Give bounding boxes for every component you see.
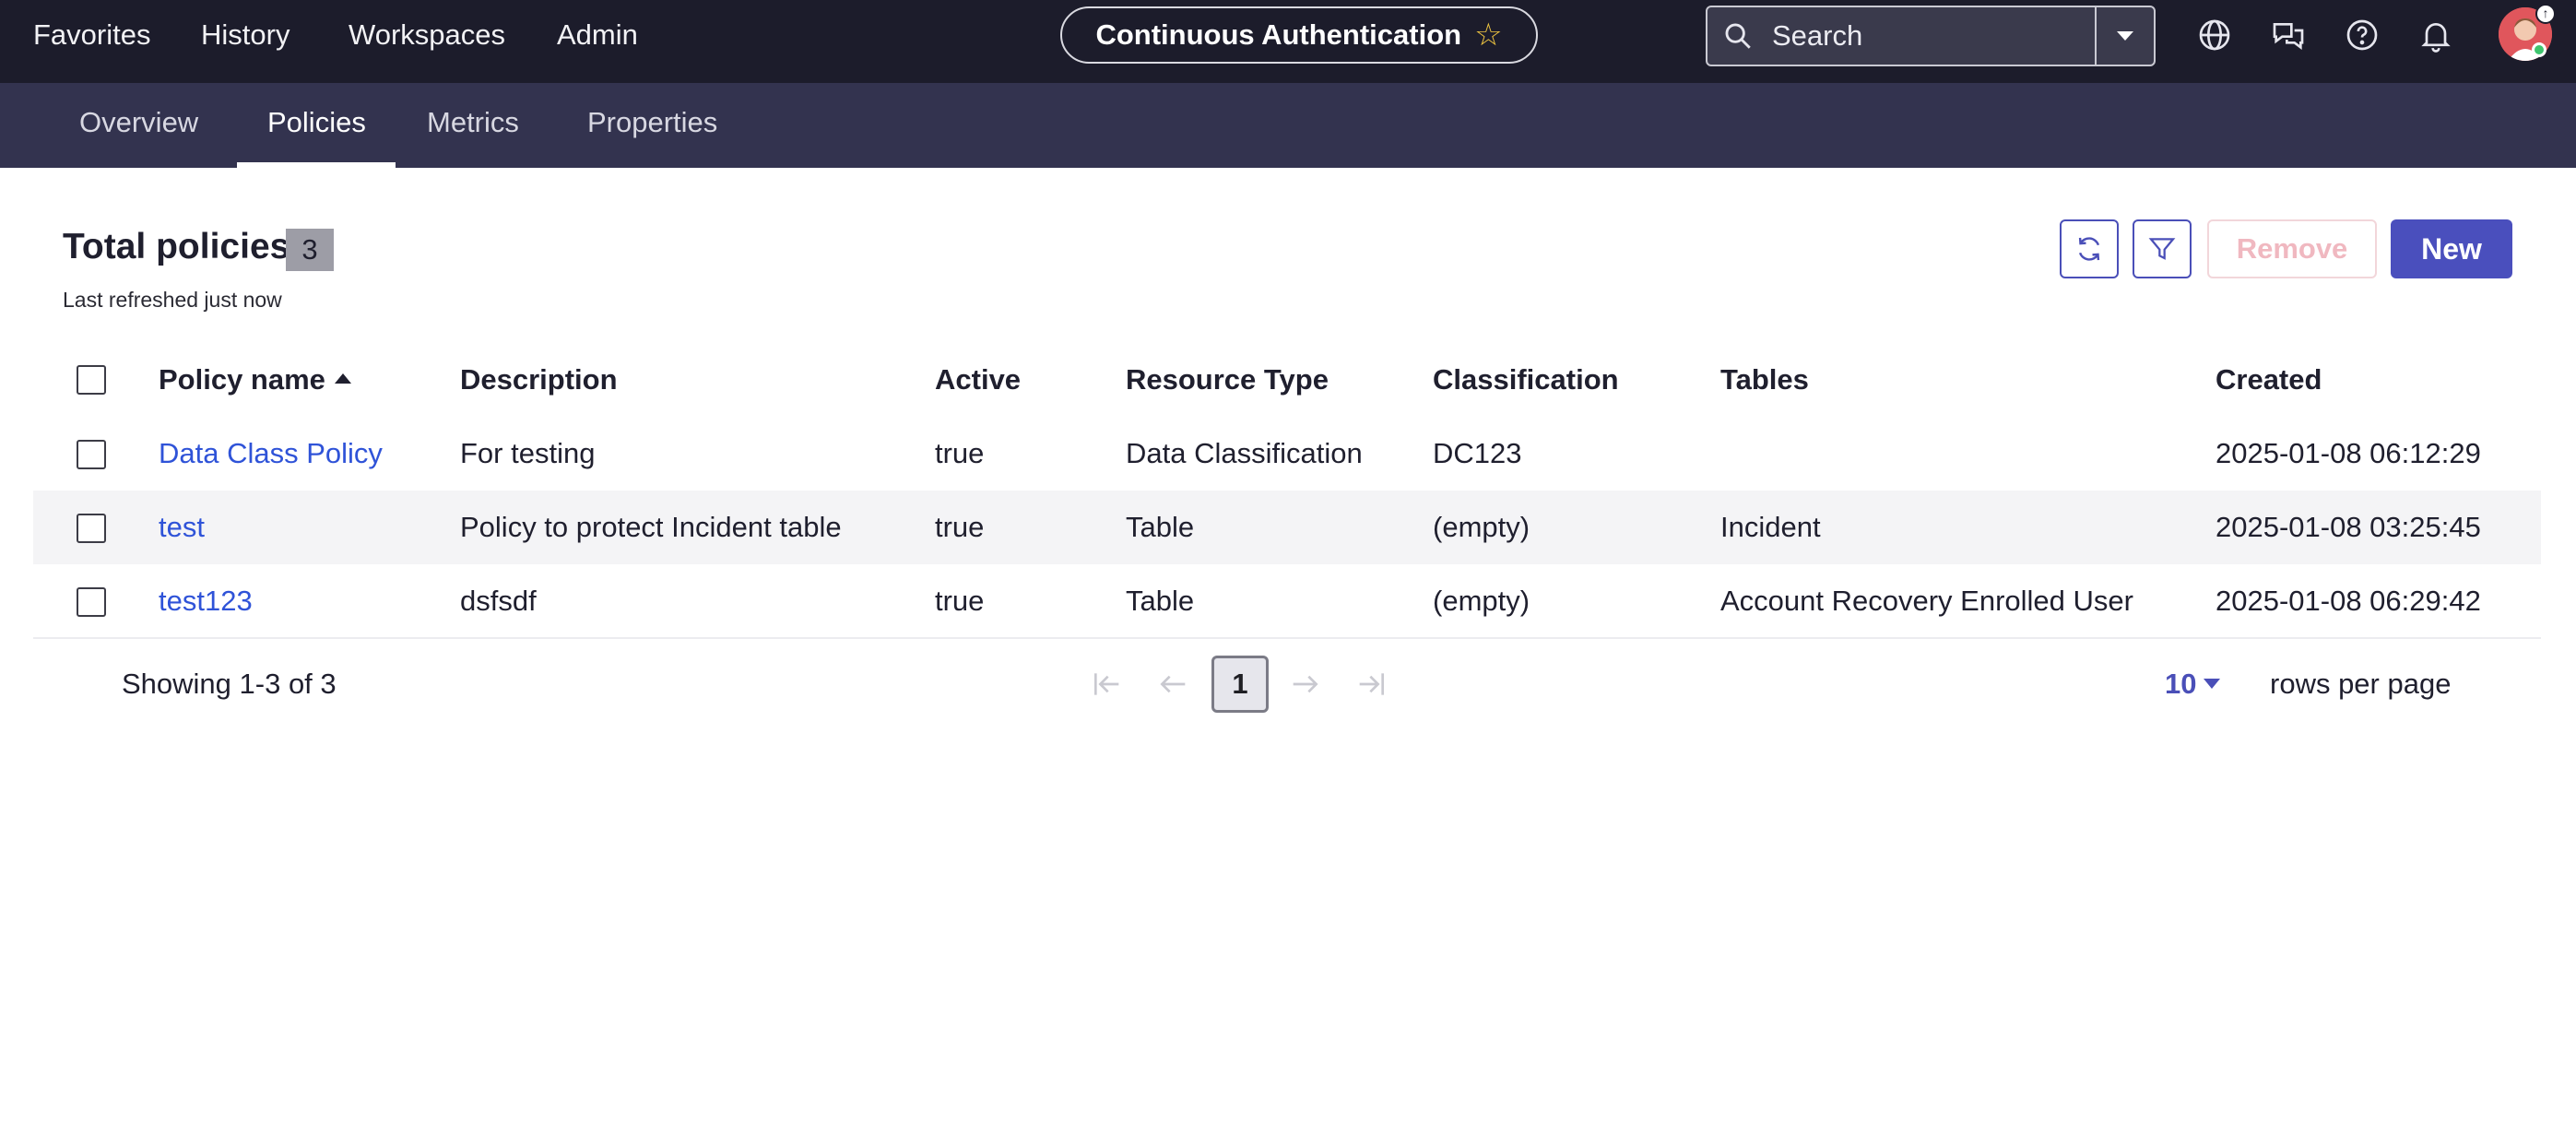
cell-classification: (empty) [1433,511,1530,543]
new-button[interactable]: New [2391,219,2512,278]
row-checkbox[interactable] [77,514,106,543]
column-header-label: Policy name [159,363,325,396]
column-header-policy-name[interactable]: Policy name [159,358,351,402]
cell-active: true [935,511,985,543]
cell-description: Policy to protect Incident table [460,511,842,543]
avatar-badge: ↑ [2535,4,2556,24]
cell-description: dsfsdf [460,585,537,617]
tab-metrics[interactable]: Metrics [427,83,519,168]
tab-policies[interactable]: Policies [267,83,366,168]
last-page-icon[interactable] [1353,666,1390,703]
chevron-down-icon [2204,679,2221,690]
tab-overview[interactable]: Overview [79,83,198,168]
showing-count-text: Showing 1-3 of 3 [122,668,337,700]
cell-classification: DC123 [1433,437,1522,469]
policy-name-link[interactable]: test123 [159,564,253,638]
active-tab-indicator [237,162,396,168]
rows-per-page-label: rows per page [2270,668,2452,700]
page-number-current[interactable]: 1 [1211,656,1269,713]
nav-admin[interactable]: Admin [557,0,638,70]
table-bottom-divider [33,637,2541,639]
select-all-checkbox[interactable] [77,365,106,395]
cell-created: 2025-01-08 03:25:45 [2216,511,2481,543]
context-title-pill[interactable]: Continuous Authentication ☆ [1060,6,1538,64]
nav-history[interactable]: History [201,0,290,70]
search-icon [1725,23,1751,49]
cell-classification: (empty) [1433,585,1530,617]
column-header-resource-type[interactable]: Resource Type [1126,358,1329,402]
search-scope-dropdown[interactable] [2097,7,2154,65]
first-page-icon[interactable] [1088,666,1125,703]
tab-properties[interactable]: Properties [587,83,717,168]
cell-created: 2025-01-08 06:29:42 [2216,585,2481,617]
column-header-tables[interactable]: Tables [1720,358,1809,402]
table-row [33,564,2541,638]
policy-name-link[interactable]: Data Class Policy [159,417,383,491]
star-icon[interactable]: ☆ [1474,19,1502,51]
search-input[interactable] [1772,7,2049,65]
nav-favorites[interactable]: Favorites [33,0,150,70]
page-title: Total policies [63,227,290,266]
rows-per-page-select[interactable]: 10 [2165,662,2221,706]
refresh-icon [2078,237,2100,261]
cell-resource-type: Data Classification [1126,437,1363,469]
cell-tables: Account Recovery Enrolled User [1720,585,2133,617]
chevron-down-icon [2117,31,2133,41]
column-header-active[interactable]: Active [935,358,1021,402]
rows-per-page-value: 10 [2165,668,2197,700]
cell-active: true [935,437,985,469]
cell-created: 2025-01-08 06:12:29 [2216,437,2481,469]
refresh-button[interactable] [2060,219,2119,278]
next-page-icon[interactable] [1287,666,1324,703]
help-icon[interactable] [2344,17,2381,53]
filter-icon [2148,238,2176,260]
sort-ascending-icon [334,373,351,384]
column-header-created[interactable]: Created [2216,358,2322,402]
cell-resource-type: Table [1126,585,1195,617]
row-checkbox[interactable] [77,587,106,617]
column-header-classification[interactable]: Classification [1433,358,1619,402]
presence-indicator [2532,42,2546,57]
nav-workspaces[interactable]: Workspaces [349,0,505,70]
bell-icon[interactable] [2417,17,2454,53]
table-row [33,491,2541,564]
last-refreshed-text: Last refreshed just now [63,288,282,312]
cell-tables: Incident [1720,511,1821,543]
cell-active: true [935,585,985,617]
chat-icon[interactable] [2270,17,2307,53]
cell-resource-type: Table [1126,511,1195,543]
previous-page-icon[interactable] [1154,666,1191,703]
globe-icon[interactable] [2196,17,2233,53]
remove-button[interactable]: Remove [2207,219,2377,278]
policy-name-link[interactable]: test [159,491,205,564]
count-badge: 3 [286,229,334,271]
filter-button[interactable] [2133,219,2192,278]
secondary-tab-bar [0,83,2576,168]
global-search[interactable] [1706,6,2156,66]
context-title: Continuous Authentication [1095,18,1462,51]
row-checkbox[interactable] [77,440,106,469]
column-header-description[interactable]: Description [460,358,618,402]
cell-description: For testing [460,437,596,469]
